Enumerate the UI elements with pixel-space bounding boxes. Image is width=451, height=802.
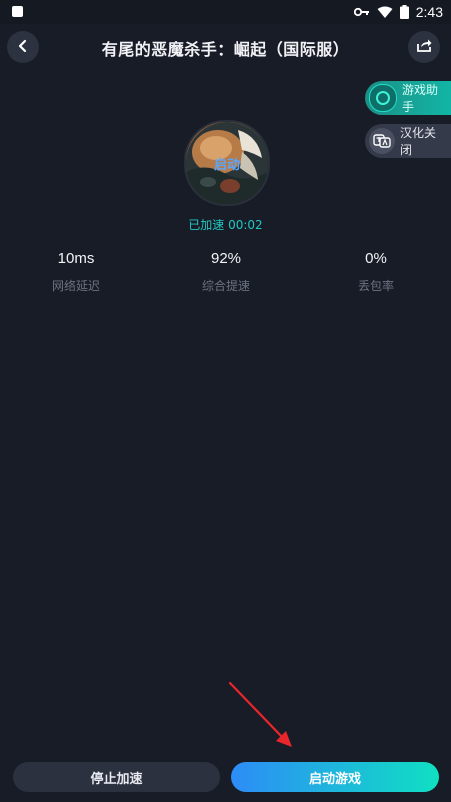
key-icon bbox=[353, 7, 370, 17]
share-icon bbox=[416, 38, 432, 57]
notification-icon bbox=[12, 6, 23, 17]
page-title: 有尾的恶魔杀手：崛起（国际服） bbox=[101, 40, 350, 59]
status-time: 2:43 bbox=[415, 4, 443, 20]
game-assistant-button[interactable]: 游戏助手 bbox=[365, 81, 451, 115]
battery-icon bbox=[399, 5, 409, 19]
stat-latency: 10ms 网络延迟 bbox=[26, 250, 126, 294]
header: 有尾的恶魔杀手：崛起（国际服） bbox=[0, 24, 451, 70]
stat-speedup-value: 92% bbox=[210, 250, 242, 267]
wifi-icon bbox=[377, 6, 393, 19]
acceleration-status: 已加速 00:02 bbox=[188, 218, 263, 232]
app-screen: 2:43 有尾的恶魔杀手：崛起（国际服） 游戏助手 汉化关闭 启动 已加速 00… bbox=[0, 0, 451, 802]
stat-speedup-label: 综合提速 bbox=[201, 279, 250, 293]
stat-packet-loss-label: 丢包率 bbox=[357, 279, 394, 293]
avatar-launch-label: 启动 bbox=[213, 158, 240, 173]
translate-icon bbox=[369, 128, 395, 154]
annotation-arrow-icon bbox=[228, 681, 292, 747]
launch-game-button[interactable]: 启动游戏 bbox=[231, 762, 439, 792]
stat-speedup: 92% 综合提速 bbox=[176, 250, 276, 294]
share-button[interactable] bbox=[408, 31, 440, 63]
status-indicators: 2:43 bbox=[353, 2, 443, 22]
assistant-ring-icon bbox=[369, 84, 397, 112]
stat-latency-value: 10ms bbox=[57, 250, 95, 267]
status-bar: 2:43 bbox=[0, 0, 451, 24]
game-avatar[interactable]: 启动 bbox=[184, 120, 270, 206]
stats-row: 10ms 网络延迟 92% 综合提速 0% 丢包率 bbox=[0, 250, 451, 300]
translation-toggle-button[interactable]: 汉化关闭 bbox=[365, 124, 451, 158]
translation-toggle-label: 汉化关闭 bbox=[400, 126, 437, 157]
stat-packet-loss-value: 0% bbox=[365, 250, 387, 267]
stat-packet-loss: 0% 丢包率 bbox=[326, 250, 426, 294]
stop-acceleration-button[interactable]: 停止加速 bbox=[13, 762, 220, 792]
stat-latency-label: 网络延迟 bbox=[51, 279, 100, 293]
game-assistant-label: 游戏助手 bbox=[402, 83, 439, 114]
